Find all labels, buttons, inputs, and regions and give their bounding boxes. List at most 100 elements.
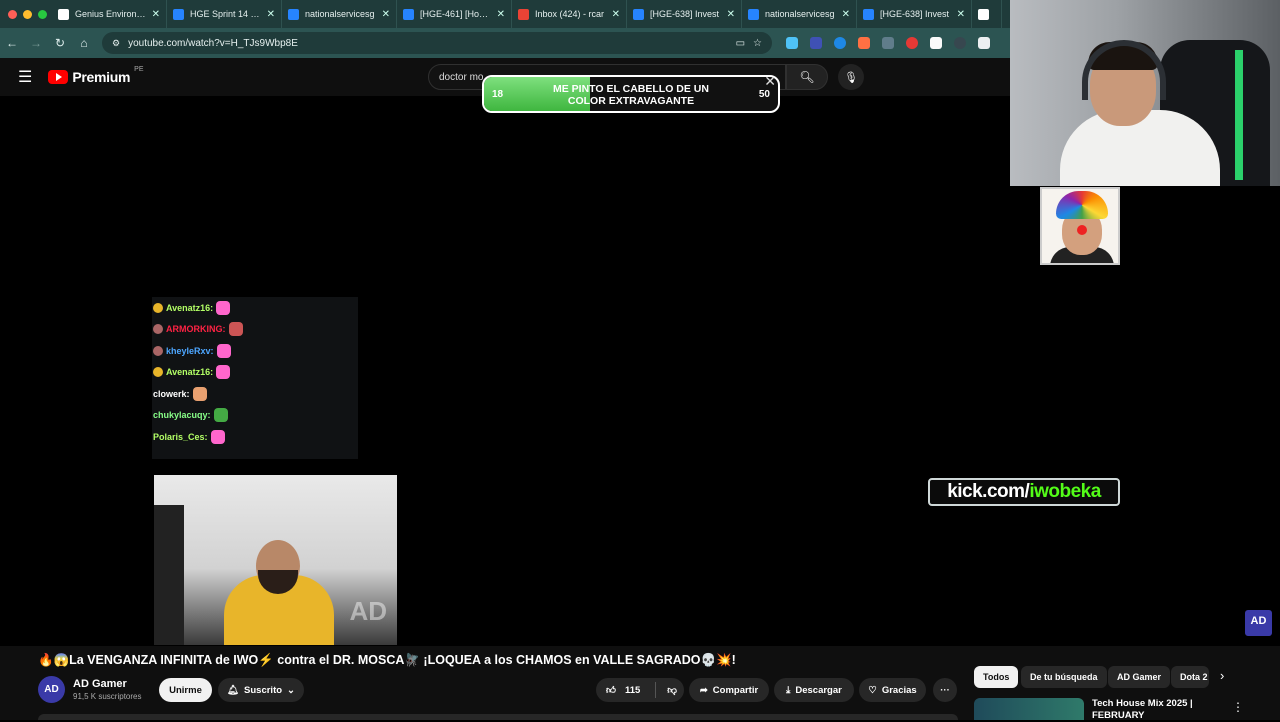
chat-username: chukylacuqy:: [153, 410, 211, 421]
video-info-section: 🔥😱La VENGANZA INFINITA de IWO⚡ contra el…: [0, 646, 1280, 722]
recommended-video[interactable]: Tech House Mix 2025 | FEBRUARY: [974, 698, 1202, 722]
share-button[interactable]: ➦ Compartir: [689, 678, 769, 702]
chat-username: Avenatz16:: [166, 367, 214, 378]
tab-close-icon[interactable]: ✕: [727, 9, 735, 20]
maximize-window-button[interactable]: [38, 9, 47, 19]
browser-tab[interactable]: [HGE-638] Invest ✕: [627, 0, 742, 28]
tab-title: Inbox (424) - rcar: [535, 9, 605, 19]
tab-favicon-icon: [288, 8, 299, 20]
join-button-label: Unirme: [169, 684, 202, 696]
forward-arrow-icon[interactable]: →: [24, 36, 48, 50]
more-vertical-icon[interactable]: ⋮: [1232, 700, 1244, 714]
tab-title: [HGE-638] Invest: [880, 9, 950, 19]
extension-icon[interactable]: [882, 37, 894, 49]
download-icon: ⤓: [786, 684, 791, 696]
site-info-icon[interactable]: ⚙: [112, 38, 120, 49]
recommended-title[interactable]: Tech House Mix 2025 | FEBRUARY: [1092, 698, 1202, 722]
youtube-play-icon: [48, 70, 69, 84]
subscribed-button[interactable]: 🔔︎ Suscrito ⌄: [218, 678, 304, 702]
browser-tab[interactable]: HGE Sprint 14 - H ✕: [167, 0, 282, 28]
tab-close-icon[interactable]: ✕: [152, 9, 160, 20]
voice-search-button[interactable]: 🎙︎: [838, 64, 864, 90]
browser-tab[interactable]: Genius Environme ✕: [52, 0, 167, 28]
channel-name[interactable]: AD Gamer: [73, 678, 141, 690]
chat-username: kheyleRxv:: [166, 345, 214, 356]
close-window-button[interactable]: [8, 9, 17, 19]
channel-watermark-logo[interactable]: AD: [1245, 610, 1272, 636]
tab-close-icon[interactable]: ✕: [267, 9, 275, 20]
bell-icon: 🔔︎: [226, 684, 240, 696]
divider: [655, 682, 657, 698]
extension-icon[interactable]: [954, 37, 966, 49]
extension-icon[interactable]: [858, 37, 870, 49]
kick-channel-banner: kick.com/iwobeka: [928, 478, 1120, 506]
chat-badge-icon: [153, 367, 163, 378]
tab-close-icon[interactable]: ✕: [497, 9, 505, 20]
extension-icon[interactable]: [906, 37, 918, 49]
share-icon: ➦: [699, 684, 708, 696]
tab-favicon-icon: [518, 8, 529, 20]
tab-close-icon[interactable]: ✕: [382, 9, 390, 20]
tab-close-icon[interactable]: ✕: [957, 9, 965, 20]
extension-icon[interactable]: [834, 37, 846, 49]
subscriber-count: 91,5 K suscriptores: [73, 692, 142, 701]
back-arrow-icon[interactable]: ←: [0, 36, 24, 50]
tab-favicon-icon: [633, 8, 644, 20]
like-icon[interactable]: 👍︎: [606, 684, 616, 696]
youtube-logo[interactable]: Premium PE: [48, 66, 144, 85]
goal-target: 50: [758, 89, 770, 100]
extension-icon[interactable]: [786, 37, 798, 49]
join-button[interactable]: Unirme: [159, 678, 212, 702]
thanks-label: Gracias: [881, 684, 917, 696]
extension-icon[interactable]: [930, 37, 942, 49]
tab-favicon-icon: [748, 8, 759, 20]
browser-tab[interactable]: nationalservicesg ✕: [742, 0, 857, 28]
tab-favicon-icon: [978, 8, 989, 20]
recommended-title-line: Tech House Mix 2025 |: [1092, 698, 1193, 709]
filter-chip[interactable]: De tu búsqueda: [1021, 666, 1107, 688]
filter-chip[interactable]: AD Gamer: [1108, 666, 1171, 688]
download-button[interactable]: ⤓ Descargar: [774, 678, 854, 702]
browser-tab[interactable]: [HGE-638] Invest ✕: [857, 0, 972, 28]
streamer-figure: [224, 530, 334, 645]
chat-badge-icon: [153, 324, 163, 335]
more-actions-button[interactable]: ···: [933, 678, 957, 702]
extensions-bar: [786, 37, 990, 49]
browser-tab[interactable]: [HGE-461] [Home ✕: [397, 0, 512, 28]
cast-icon[interactable]: ▭: [736, 38, 745, 49]
recommended-title-line: FEBRUARY: [1092, 710, 1145, 721]
thanks-button[interactable]: ♡ Gracias: [859, 678, 926, 702]
search-clear-icon[interactable]: ✕: [764, 77, 776, 90]
browser-tab[interactable]: Inbox (424) - rcar ✕: [512, 0, 627, 28]
chat-emote-icon: [192, 386, 207, 401]
chat-message: chukylacuqy:: [152, 405, 358, 427]
dislike-icon[interactable]: 👎︎: [667, 684, 677, 696]
recommended-thumbnail[interactable]: [974, 698, 1084, 720]
filter-chip[interactable]: Dota 2: [1171, 666, 1209, 688]
chevron-right-icon[interactable]: ›: [1220, 668, 1224, 683]
browser-tab[interactable]: Wel: [972, 0, 1002, 28]
minimize-window-button[interactable]: [23, 9, 32, 19]
menu-icon[interactable]: ☰: [18, 67, 32, 87]
extension-icon[interactable]: [810, 37, 822, 49]
filter-chip[interactable]: Todos: [974, 666, 1019, 688]
reload-icon[interactable]: ↻: [48, 36, 72, 50]
streamer-webcam-overlay: AD: [154, 475, 397, 645]
chat-badge-icon: [153, 302, 163, 313]
tab-favicon-icon: [863, 8, 874, 20]
tab-favicon-icon: [58, 8, 69, 20]
channel-avatar[interactable]: AD: [38, 676, 65, 703]
channel-info: AD AD Gamer 91,5 K suscriptores: [38, 676, 141, 703]
home-icon[interactable]: ⌂: [72, 36, 96, 50]
search-button[interactable]: 🔍︎: [786, 64, 828, 90]
tab-close-icon[interactable]: ✕: [842, 9, 850, 20]
window-controls: [0, 9, 52, 19]
tab-close-icon[interactable]: ✕: [612, 9, 620, 20]
url-field[interactable]: ⚙ youtube.com/watch?v=H_TJs9Wbp8E ▭ ☆: [102, 32, 772, 54]
chat-emote-icon: [213, 408, 228, 423]
extension-icon[interactable]: [978, 37, 990, 49]
bookmark-star-icon[interactable]: ☆: [753, 38, 762, 49]
browser-tab[interactable]: nationalservicesg ✕: [282, 0, 397, 28]
like-count[interactable]: 115: [625, 685, 640, 696]
ad-watermark-logo: AD: [349, 596, 387, 626]
